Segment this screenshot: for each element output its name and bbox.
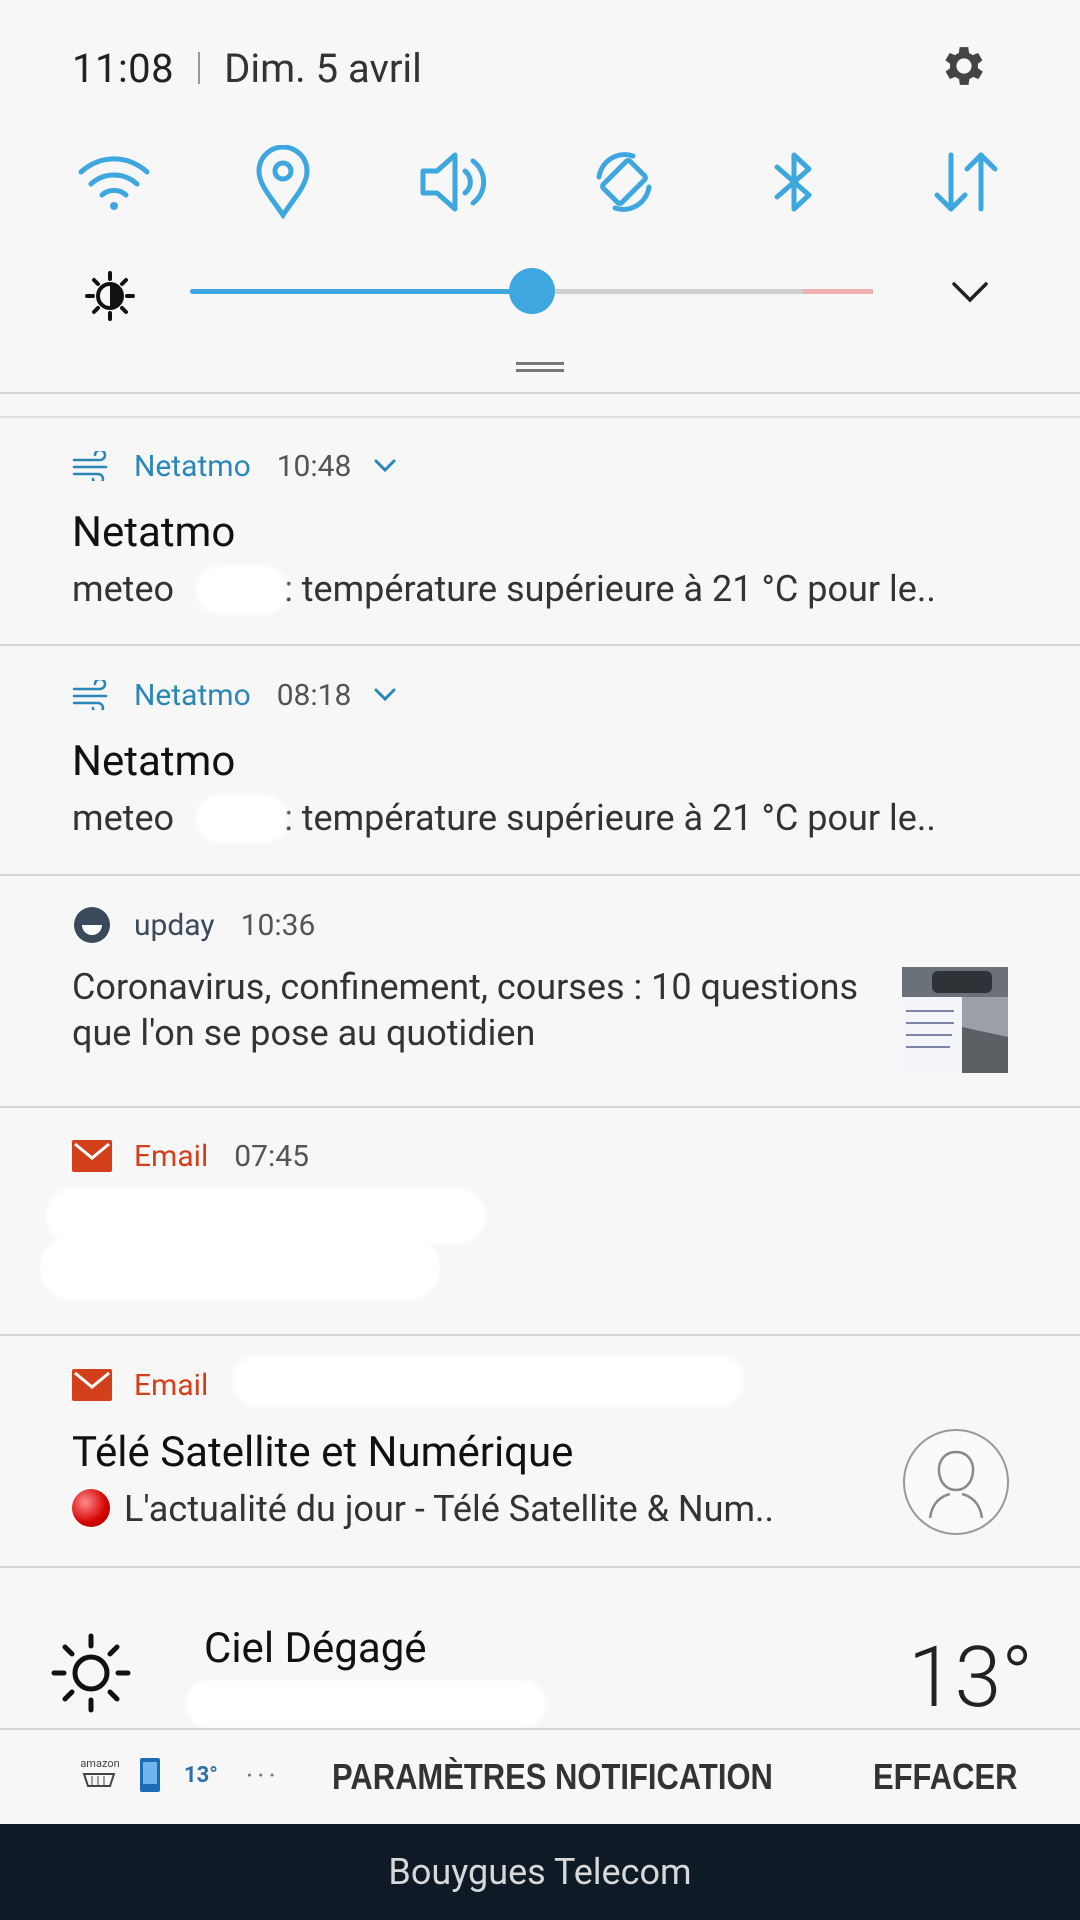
- weather-condition: Ciel Dégagé: [204, 1624, 427, 1673]
- gear-icon: [945, 47, 983, 85]
- sound-icon: [420, 152, 487, 212]
- phone-icon: [140, 1758, 160, 1792]
- notification-header: Email 07:45: [72, 1136, 331, 1176]
- brightness-fill: [190, 289, 532, 294]
- upday-icon: [72, 905, 112, 945]
- text-prefix: meteo: [72, 568, 175, 610]
- notification-header: Netatmo 10:48: [72, 446, 397, 486]
- chevron-down-icon[interactable]: [373, 458, 397, 474]
- clock: 11:08: [72, 44, 175, 92]
- toggle-wifi[interactable]: [72, 140, 156, 224]
- separator: [198, 52, 201, 84]
- wind-icon: [72, 446, 112, 486]
- notification-header: Netatmo 08:18: [72, 675, 397, 715]
- bluetooth-icon: [774, 152, 812, 212]
- notification-title: Télé Satellite et Numérique: [72, 1428, 574, 1477]
- chevron-down-icon[interactable]: [373, 687, 397, 703]
- text-body: L'actualité du jour - Télé Satellite & N…: [124, 1488, 775, 1530]
- text-body: : température supérieure à 21 °C pour le…: [284, 568, 936, 610]
- status-icons: amazon 13° ···: [80, 1756, 280, 1794]
- app-name: Email: [134, 1367, 209, 1403]
- amazon-label: amazon: [80, 1756, 120, 1770]
- app-name: upday: [134, 907, 215, 943]
- settings-button[interactable]: [936, 38, 992, 94]
- app-name: Email: [134, 1138, 209, 1174]
- drag-handle[interactable]: [516, 362, 564, 372]
- wifi-icon: [78, 156, 150, 210]
- brightness-warning-zone: [803, 289, 873, 294]
- person-icon: [928, 1450, 984, 1519]
- notification-text: Coronavirus, confinement, courses : 10 q…: [72, 966, 859, 1054]
- redaction: [186, 1680, 546, 1728]
- text-prefix: meteo: [72, 797, 175, 839]
- notification-text: L'actualité du jour - Télé Satellite & N…: [72, 1488, 774, 1530]
- notification-title: Netatmo: [72, 737, 236, 786]
- more-icon[interactable]: ···: [246, 1759, 280, 1792]
- notification-title: Netatmo: [72, 508, 236, 557]
- notification-header: Email: [72, 1365, 234, 1405]
- notification-time: 08:18: [276, 677, 352, 713]
- wind-icon: [72, 675, 112, 715]
- carrier-bar: Bouygues Telecom: [0, 1824, 1080, 1920]
- app-name: Netatmo: [134, 448, 251, 484]
- divider: [0, 392, 1080, 394]
- article-thumbnail: [902, 967, 1008, 1073]
- location-icon: [256, 145, 310, 219]
- status-row: 11:08 Dim. 5 avril: [72, 40, 422, 96]
- red-circle-icon: [72, 1489, 110, 1527]
- redaction: [196, 566, 288, 614]
- text-body: : température supérieure à 21 °C pour le…: [284, 797, 936, 839]
- notification-header: upday 10:36: [72, 905, 337, 945]
- auto-rotate-icon: [596, 152, 652, 212]
- notification-time: 10:36: [240, 907, 316, 943]
- redaction: [40, 1236, 440, 1300]
- brightness-icon: [82, 268, 138, 324]
- toggle-location[interactable]: [241, 140, 325, 224]
- sun-icon: [50, 1632, 132, 1714]
- redaction: [232, 1356, 744, 1406]
- toggle-bluetooth[interactable]: [752, 140, 836, 224]
- brightness-thumb[interactable]: [508, 268, 555, 314]
- temp-indicator: 13°: [184, 1762, 218, 1788]
- carrier-name: Bouygues Telecom: [388, 1851, 692, 1893]
- expand-button[interactable]: [944, 270, 996, 314]
- toggle-auto-rotate[interactable]: [582, 140, 666, 224]
- clear-button[interactable]: EFFACER: [873, 1756, 1017, 1798]
- app-name: Netatmo: [134, 677, 251, 713]
- date: Dim. 5 avril: [224, 44, 422, 92]
- weather-temperature: 13°: [908, 1628, 1033, 1727]
- toggle-mobile-data[interactable]: [924, 140, 1008, 224]
- toggle-sound[interactable]: [412, 140, 496, 224]
- chevron-down-icon: [952, 282, 988, 303]
- email-icon: [72, 1365, 112, 1405]
- notification-settings-button[interactable]: PARAMÈTRES NOTIFICATION: [332, 1756, 773, 1798]
- notification-time: 10:48: [276, 448, 352, 484]
- notification-time: 07:45: [234, 1138, 309, 1174]
- mobile-data-icon: [934, 152, 998, 212]
- amazon-icon: amazon: [80, 1756, 120, 1793]
- redaction: [196, 795, 288, 843]
- email-icon: [72, 1136, 112, 1176]
- avatar: [903, 1429, 1009, 1535]
